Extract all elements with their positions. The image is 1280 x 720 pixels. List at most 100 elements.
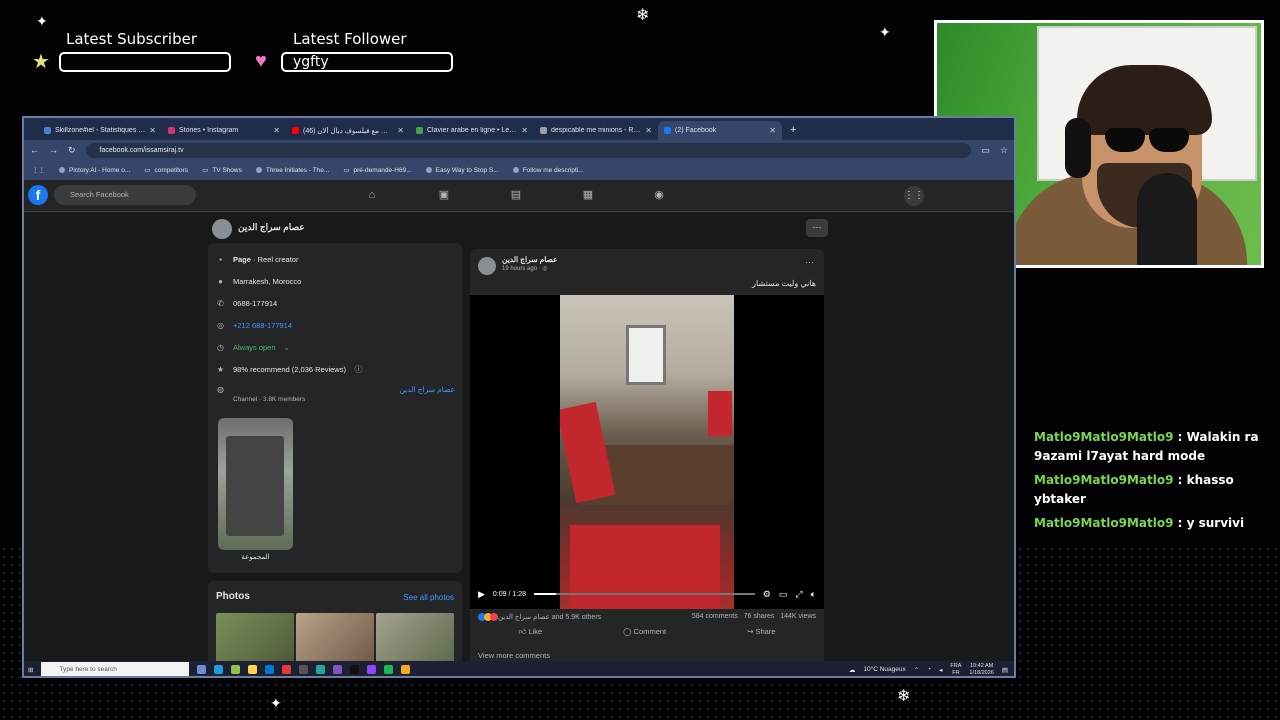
photo-thumbnail[interactable] — [216, 613, 294, 663]
twitch-icon[interactable] — [367, 665, 377, 674]
reload-icon[interactable]: ↻ — [68, 145, 76, 156]
cast-icon[interactable]: ▭ — [981, 145, 990, 156]
page-name[interactable]: عصام سراج الدين — [238, 222, 305, 233]
apps-grid-icon[interactable]: ⋮⋮ — [32, 166, 45, 174]
reaction-summary[interactable]: عصام سراج الدين and 5.9K others — [478, 613, 601, 622]
gaming-icon[interactable]: ◉ — [652, 188, 666, 202]
close-icon[interactable]: ✕ — [769, 126, 776, 135]
home-icon[interactable]: ⌂ — [365, 188, 379, 202]
post-text: هاني وليت مستشار — [752, 279, 816, 288]
comment-icon: ◯ — [623, 627, 632, 636]
video-frame — [560, 295, 734, 609]
browser-tab[interactable]: Stories • Instagram ✕ — [162, 121, 286, 140]
url-field[interactable]: facebook.com/issamsiraj.tv — [85, 142, 972, 158]
app-icon[interactable] — [316, 665, 326, 674]
video-player[interactable]: ▶ 0:09 / 1:28 ⚙ ▭ ⤢ 🔈︎ — [470, 295, 824, 609]
shares-count[interactable]: 76 shares — [744, 613, 775, 620]
comment-button[interactable]: ◯ Comment — [623, 627, 666, 637]
bookmark-item[interactable]: ▭ competitors — [144, 166, 188, 175]
view-more-comments-link[interactable]: View more comments — [478, 651, 550, 660]
post-timestamp[interactable]: 19 hours ago · ◎ — [502, 265, 548, 272]
post-author-name[interactable]: عصام سراج الدين — [502, 255, 558, 264]
app-icon[interactable] — [299, 665, 309, 674]
windows-start-icon[interactable]: ⊞ — [28, 666, 33, 674]
browser-tab-active[interactable]: (2) Facebook ✕ — [658, 121, 782, 140]
hours-row[interactable]: ◷ Always open ⌄ — [216, 343, 290, 352]
video-icon[interactable]: ▣ — [437, 188, 451, 202]
bookmark-item[interactable]: ▭ pré-demande-H69... — [343, 166, 411, 175]
groups-icon[interactable]: ▦ — [581, 188, 595, 202]
app-icon[interactable] — [401, 665, 411, 674]
menu-grid-icon[interactable]: ⋮⋮ — [904, 186, 924, 206]
more-options-button[interactable]: ··· — [806, 219, 828, 237]
photo-thumbnail[interactable] — [376, 613, 454, 663]
bookmark-star-icon[interactable]: ☆ — [1000, 145, 1008, 156]
close-icon[interactable]: ✕ — [645, 126, 652, 135]
bookmark-item[interactable]: ▭ TV Shows — [202, 166, 242, 175]
language-indicator[interactable]: FRA FR — [950, 663, 961, 677]
browser-tab[interactable]: despicable me minions - Reche ✕ — [534, 121, 658, 140]
task-view-icon[interactable] — [197, 665, 207, 674]
sparkle-icon: ✦ — [36, 13, 48, 29]
back-icon[interactable]: ← — [30, 145, 39, 155]
bookmark-item[interactable]: Follow me descripti... — [512, 167, 584, 174]
fullscreen-icon[interactable]: ⤢ — [795, 589, 802, 600]
bookmark-favicon-icon — [59, 167, 65, 173]
app-icon[interactable] — [333, 665, 343, 674]
clock[interactable]: 10:42 AM 1/18/2026 — [969, 663, 993, 677]
edge-icon[interactable] — [214, 665, 224, 674]
like-button[interactable]: 👍︎ Like — [518, 627, 542, 637]
see-all-photos-link[interactable]: See all photos — [403, 593, 454, 602]
taskbar-search-input[interactable]: Type here to search — [41, 662, 190, 676]
settings-icon[interactable]: ⚙ — [763, 589, 771, 600]
weather-text[interactable]: 10°C Nuageux — [863, 666, 905, 673]
facebook-search-input[interactable]: Search Facebook — [54, 185, 196, 205]
comments-count[interactable]: 584 comments — [692, 613, 738, 620]
heart-icon: ♥ — [255, 50, 267, 72]
browser-tab[interactable]: (46) اختلف مع فيلسوف ديال ألان ✕ — [286, 121, 410, 140]
location-pin-icon: ● — [218, 277, 223, 286]
store-icon[interactable] — [265, 665, 275, 674]
app-icon[interactable] — [231, 665, 241, 674]
page-avatar[interactable] — [212, 219, 232, 239]
browser-tab[interactable]: Clavier arabe en ligne • Lexilog ✕ — [410, 121, 534, 140]
chat-message: Matlo9Matlo9Matlo9 : Walakin ra 9azami l… — [1034, 430, 1259, 463]
file-explorer-icon[interactable] — [248, 665, 258, 674]
tiktok-icon[interactable] — [350, 665, 360, 674]
close-icon[interactable]: ✕ — [521, 126, 528, 135]
bookmark-item[interactable]: Easy Way to Stop S... — [425, 167, 499, 174]
info-circle-icon[interactable]: ⓘ — [354, 365, 363, 374]
photo-thumbnail[interactable] — [296, 613, 374, 663]
phone-row: ✆ 0688-177914 — [217, 299, 278, 308]
facebook-logo[interactable]: f — [28, 185, 48, 205]
notification-icon[interactable]: ▤ — [1002, 666, 1008, 674]
story-thumbnail[interactable] — [218, 418, 293, 550]
wifi-icon[interactable]: ◔ — [927, 666, 931, 673]
close-icon[interactable]: ✕ — [273, 126, 280, 135]
new-tab-button[interactable]: + — [790, 121, 796, 140]
share-icon: ↪ — [747, 627, 754, 636]
volume-icon[interactable]: 🔈︎ — [811, 589, 816, 600]
bookmark-item[interactable]: Three Initiates - The... — [255, 167, 329, 174]
post-author-avatar[interactable] — [478, 257, 496, 275]
whatsapp-row[interactable]: ◎ +212 688-177914 — [216, 321, 292, 330]
close-icon[interactable]: ✕ — [397, 126, 404, 135]
close-icon[interactable]: ✕ — [149, 126, 156, 135]
spotify-icon[interactable] — [384, 665, 394, 674]
channel-row[interactable]: ◍ عصام سراج الدين Channel · 3.8K members — [216, 385, 455, 403]
video-progress-bar[interactable] — [534, 593, 755, 595]
tray-arrow-icon[interactable]: ⌃ — [914, 666, 919, 674]
speaker-icon[interactable]: ◂ — [939, 666, 942, 674]
browser-tab[interactable]: Skillzone#iel - Statistiques de l' ✕ — [38, 121, 162, 140]
marketplace-icon[interactable]: ▤ — [509, 188, 523, 202]
video-time: 0:09 / 1:28 — [492, 590, 527, 598]
bookmark-item[interactable]: Pictory.AI - Home o... — [59, 167, 130, 174]
post-options-icon[interactable]: ··· — [805, 257, 814, 267]
forward-icon[interactable]: → — [49, 145, 58, 155]
play-icon[interactable]: ▶ — [478, 589, 485, 600]
latest-follower-label: Latest Follower — [293, 30, 407, 48]
captions-icon[interactable]: ▭ — [779, 589, 788, 600]
tab-favicon-icon — [540, 127, 547, 134]
share-button[interactable]: ↪ Share — [747, 627, 775, 637]
chrome-icon[interactable] — [282, 665, 292, 674]
